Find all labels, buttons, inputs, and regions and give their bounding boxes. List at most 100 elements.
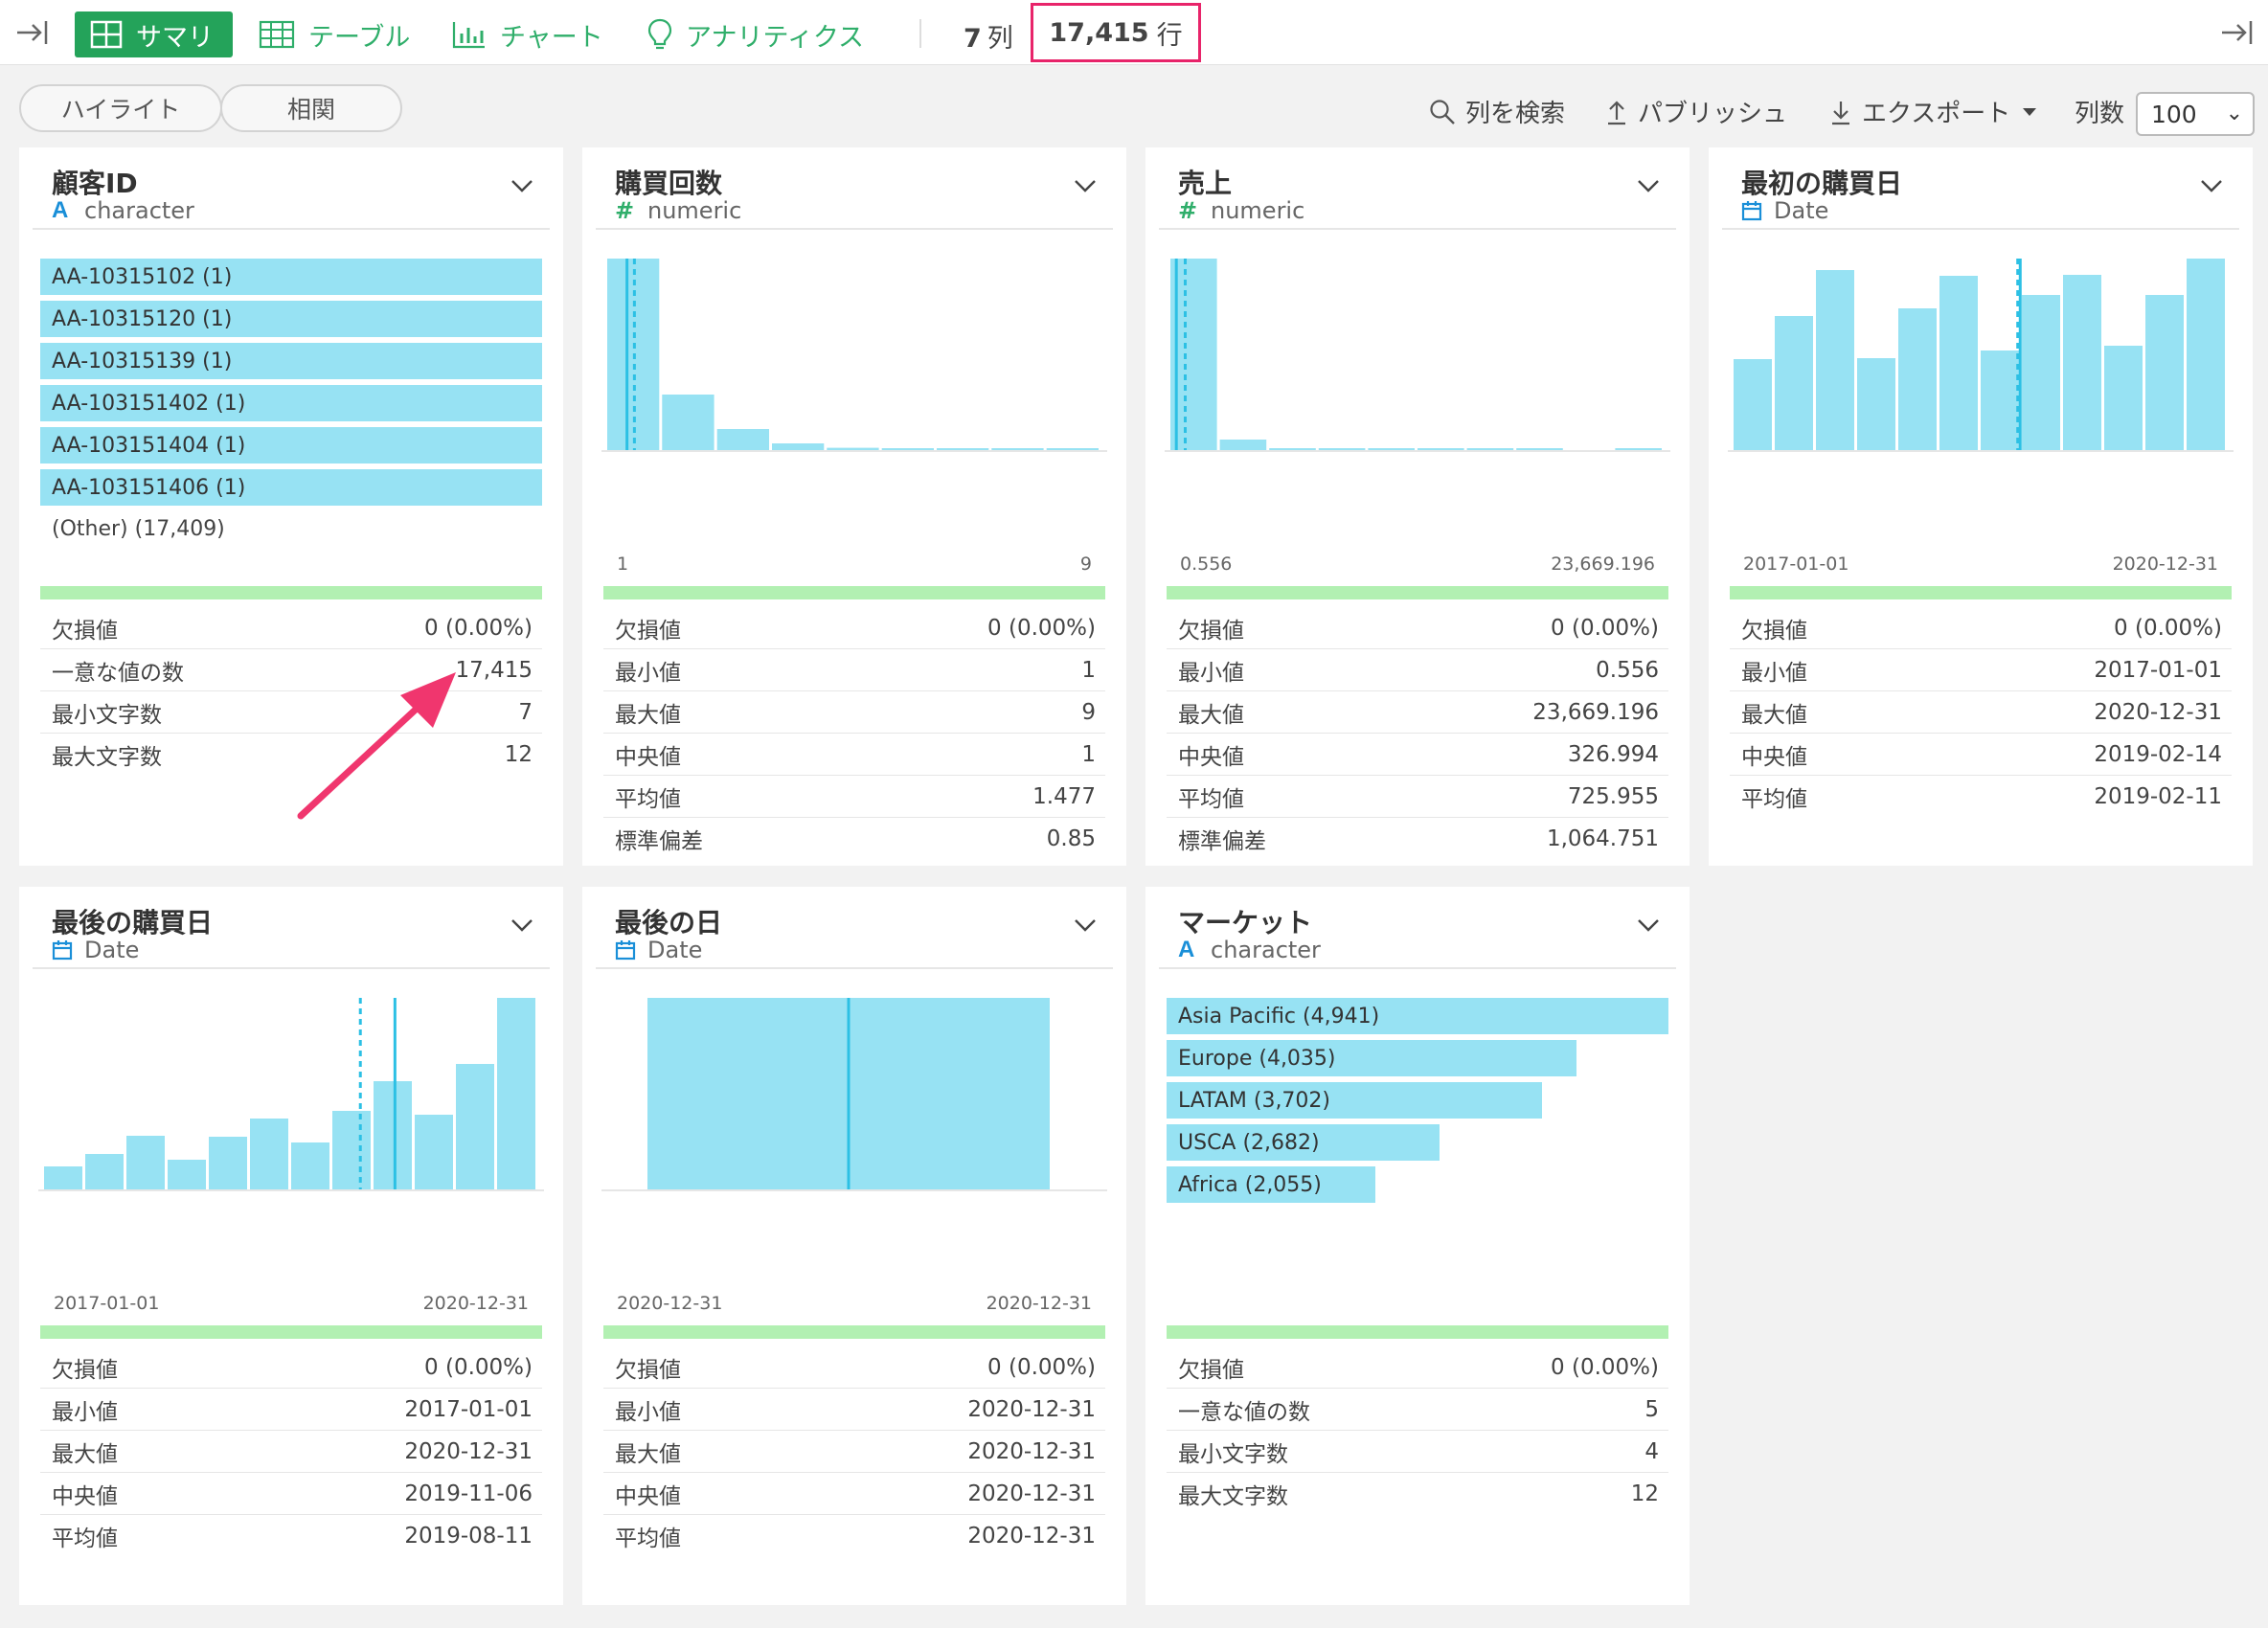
stat-row: 標準偏差 0.85 [603, 818, 1105, 860]
histogram-bar[interactable] [168, 1160, 206, 1189]
histogram-bar[interactable] [716, 429, 769, 450]
category-bar[interactable]: AA-103151402 (1) [40, 385, 542, 421]
histogram-bar[interactable] [1368, 448, 1415, 450]
tab-summary[interactable]: サマリ [75, 11, 233, 57]
row-count-highlight: 17,415 行 [1031, 3, 1201, 62]
histogram-bar[interactable] [415, 1115, 453, 1189]
highlight-button[interactable]: ハイライト [19, 84, 222, 132]
histogram-bar[interactable] [44, 1166, 82, 1189]
chevron-down-icon[interactable] [1073, 176, 1098, 195]
category-bar[interactable]: Africa (2,055) [1167, 1166, 1375, 1203]
correlation-button[interactable]: 相関 [220, 84, 402, 132]
category-bar-label: AA-103151402 (1) [52, 391, 246, 416]
category-bar[interactable]: Europe (4,035) [1167, 1040, 1576, 1076]
histogram-bar[interactable] [209, 1137, 247, 1189]
histogram-bar[interactable] [332, 1111, 371, 1189]
category-bar-label: LATAM (3,702) [1178, 1088, 1331, 1113]
toolbar-divider [919, 19, 921, 48]
chevron-down-icon[interactable] [510, 176, 534, 195]
category-bar[interactable]: AA-10315102 (1) [40, 259, 542, 295]
histogram-bar[interactable] [1939, 276, 1978, 450]
histogram-bar[interactable] [374, 1081, 412, 1189]
histogram-bar[interactable] [2145, 295, 2184, 450]
histogram-bar[interactable] [1418, 448, 1464, 450]
tab-chart[interactable]: チャート [452, 11, 603, 57]
tab-table[interactable]: テーブル [259, 11, 410, 57]
histogram-chart [38, 998, 544, 1191]
histogram-bar[interactable] [827, 447, 879, 450]
histogram-bar[interactable] [772, 443, 825, 450]
chevron-down-icon[interactable] [1636, 916, 1661, 935]
histogram-bar[interactable] [1046, 448, 1099, 450]
histogram-bar[interactable] [1318, 448, 1366, 450]
histogram-bar[interactable] [456, 1064, 494, 1189]
character-type-icon: A [1178, 937, 1195, 962]
histogram-bar[interactable] [662, 395, 714, 450]
histogram-bar[interactable] [937, 448, 989, 450]
calendar-icon [1741, 201, 1762, 221]
category-bar[interactable]: LATAM (3,702) [1167, 1082, 1542, 1119]
export-button[interactable]: エクスポート [1829, 94, 2049, 129]
histogram-bar[interactable] [1775, 316, 1813, 450]
histogram-bar[interactable] [1269, 448, 1316, 450]
stat-label: 欠損値 [1178, 618, 1244, 644]
axis-max-label: 9 [1079, 554, 1092, 575]
stat-value: 2019-02-14 [2094, 741, 2222, 767]
stat-value: 0 (0.00%) [987, 1354, 1096, 1380]
histogram-bar[interactable] [1734, 359, 1772, 450]
numeric-type-icon: # [1178, 197, 1198, 224]
histogram-bar[interactable] [291, 1142, 329, 1189]
chevron-down-icon[interactable] [1636, 176, 1661, 195]
histogram-bar[interactable] [1219, 440, 1267, 450]
axis-max-label: 23,669.196 [1551, 554, 1655, 575]
category-bar[interactable]: AA-103151404 (1) [40, 427, 542, 464]
publish-button[interactable]: パブリッシュ [1605, 94, 1787, 129]
histogram-bar[interactable] [2022, 295, 2060, 450]
columns-select-value: 100 [2151, 100, 2197, 128]
tab-analytics[interactable]: アナリティクス [647, 11, 864, 57]
chevron-down-icon[interactable] [1073, 916, 1098, 935]
completeness-bar [1167, 1325, 1668, 1339]
stat-row: 欠損値 0 (0.00%) [603, 607, 1105, 649]
stat-value: 0.556 [1596, 657, 1659, 683]
chevron-down-icon[interactable] [510, 916, 534, 935]
collapse-left-icon[interactable] [13, 13, 52, 52]
histogram-bar[interactable] [1816, 270, 1854, 450]
category-bar[interactable]: AA-10315120 (1) [40, 301, 542, 337]
histogram-bar[interactable] [1898, 308, 1937, 450]
histogram-bar[interactable] [1516, 448, 1563, 450]
column-card-market: マーケット A character Asia Pacific (4,941) E… [1145, 887, 1690, 1605]
stats-table: 欠損値 0 (0.00%) 一意な値の数 5 最小文字数 4 最大文字数 12 [1167, 1346, 1668, 1515]
histogram-bar[interactable] [126, 1136, 165, 1189]
collapse-right-icon[interactable] [2218, 13, 2257, 52]
histogram-bar[interactable] [85, 1154, 124, 1189]
histogram-bar[interactable] [2187, 259, 2225, 450]
stat-value: 2020-12-31 [967, 1396, 1096, 1422]
histogram-bar[interactable] [1981, 350, 2019, 450]
histogram-bar[interactable] [991, 448, 1044, 450]
category-bar[interactable]: AA-10315139 (1) [40, 343, 542, 379]
chevron-down-icon[interactable] [2199, 176, 2224, 195]
stat-row: 最小値 2017-01-01 [1730, 649, 2232, 691]
axis-max-label: 2020-12-31 [986, 1293, 1092, 1314]
stat-label: 中央値 [52, 1483, 118, 1509]
histogram-bar[interactable] [497, 998, 535, 1189]
histogram-bar[interactable] [1466, 448, 1514, 450]
stat-value: 23,669.196 [1532, 699, 1659, 725]
grid-icon [90, 20, 123, 49]
histogram-bar[interactable] [881, 448, 934, 450]
category-bar[interactable]: USCA (2,682) [1167, 1124, 1440, 1161]
stat-value: 12 [504, 742, 533, 767]
histogram-bar[interactable] [250, 1119, 288, 1189]
correlation-label: 相関 [286, 96, 335, 124]
category-bar[interactable]: AA-103151406 (1) [40, 469, 542, 506]
histogram-bar[interactable] [2063, 275, 2101, 450]
search-columns-button[interactable]: 列を検索 [1429, 94, 1565, 129]
stat-value: 2020-12-31 [2094, 699, 2222, 725]
histogram-bar[interactable] [2104, 346, 2143, 450]
histogram-bar[interactable] [1857, 358, 1895, 450]
category-bar[interactable]: Asia Pacific (4,941) [1167, 998, 1668, 1034]
stat-value: 2020-12-31 [967, 1438, 1096, 1464]
histogram-bar[interactable] [1615, 448, 1662, 450]
columns-select[interactable]: 100 ⌄ [2136, 92, 2255, 136]
